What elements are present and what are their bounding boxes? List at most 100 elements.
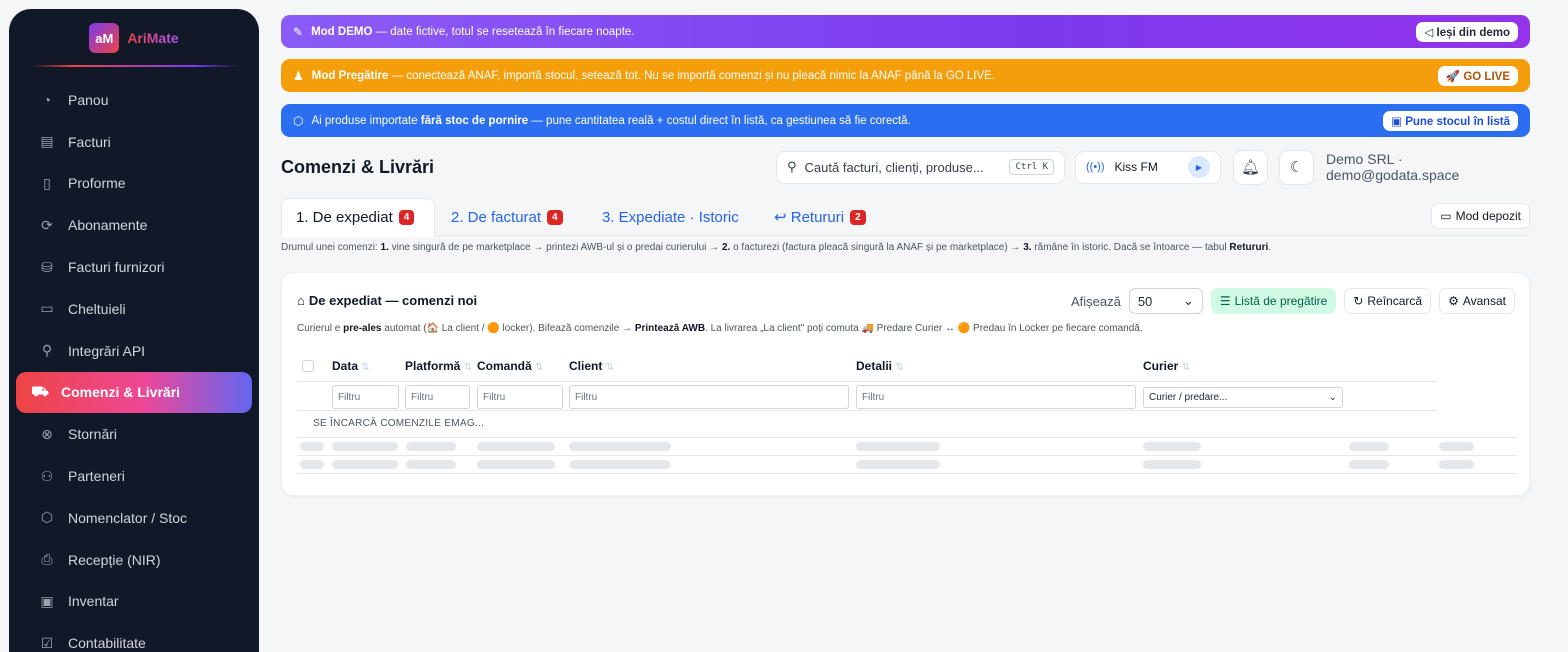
- courier-filter-select[interactable]: Curier / predare... ⌄: [1143, 387, 1343, 408]
- sidebar-item-label: Abonamente: [68, 217, 148, 234]
- sidebar-item-abonamente[interactable]: ⟳ Abonamente: [16, 204, 252, 246]
- stock-banner-text: — pune cantitatea reală + costul direct …: [528, 114, 911, 127]
- warehouse-mode-label: Mod depozit: [1455, 209, 1521, 223]
- demo-banner-text: — date fictive, totul se resetează în fi…: [372, 25, 635, 38]
- sliders-icon: ⚙: [1448, 294, 1459, 308]
- sidebar-item-panou[interactable]: ◔ Panou: [16, 79, 252, 121]
- wallet-icon: ▭: [40, 300, 54, 317]
- sidebar-item-label: Proforme: [68, 175, 126, 192]
- tab-count-badge: 4: [398, 210, 415, 225]
- advanced-button[interactable]: ⚙ Avansat: [1439, 288, 1515, 314]
- play-icon[interactable]: ▶: [1188, 156, 1210, 178]
- sidebar-item-nomenclator-stoc[interactable]: ⬡ Nomenclator / Stoc: [16, 497, 252, 539]
- column-client[interactable]: Client ⇅: [569, 359, 614, 373]
- page-size-label: Afișează: [1070, 293, 1121, 309]
- sidebar-item-facturi[interactable]: ▤ Facturi: [16, 121, 252, 163]
- orders-card: ⌂ De expediat — comenzi noi Afișează 50 …: [281, 272, 1530, 496]
- sidebar-item-label: Contabilitate: [68, 635, 146, 652]
- tab-de-facturat[interactable]: 2. De facturat 4: [451, 198, 563, 236]
- filter-comanda-input[interactable]: Filtru: [477, 385, 563, 409]
- global-search[interactable]: ⚲ Caută facturi, clienți, produse... Ctr…: [776, 150, 1065, 184]
- sidebar-item-label: Integrări API: [68, 342, 146, 359]
- plug-icon: ⚲: [41, 342, 53, 359]
- list-icon: ☰: [1219, 294, 1231, 308]
- tab-retururi[interactable]: ↩ Retururi 2: [774, 198, 866, 236]
- card-controls: Afișează 50 ⌄ ☰ Listă de pregătire ↻ Reî…: [1071, 288, 1515, 314]
- moon-icon[interactable]: ☾: [1279, 149, 1314, 185]
- radio-player[interactable]: ((•)) Kiss FM ▶: [1075, 150, 1221, 184]
- tab-count-badge: 2: [850, 209, 866, 225]
- invoice-icon: ▤: [40, 133, 54, 150]
- sidebar-item-contabilitate[interactable]: ☑ Contabilitate: [16, 622, 252, 652]
- stock-banner: ⬡ Ai produse importate fără stoc de porn…: [281, 104, 1530, 137]
- search-input[interactable]: Caută facturi, clienți, produse...: [805, 160, 984, 175]
- sidebar-item-label: Facturi: [68, 133, 111, 150]
- column-detalii[interactable]: Detalii ⇅: [856, 359, 904, 373]
- cancel-circle-icon: ⊗: [41, 425, 53, 442]
- sidebar-item-cheltuieli[interactable]: ▭ Cheltuieli: [16, 288, 252, 330]
- tabs: 1. De expediat 4 2. De facturat 4 3. Exp…: [281, 198, 1530, 237]
- demo-banner: ✎ Mod DEMO — date fictive, totul se rese…: [281, 15, 1530, 48]
- stock-banner-bold: fără stoc de pornire: [420, 114, 529, 127]
- skeleton-row: [297, 455, 1517, 473]
- wand-icon: ✎: [293, 24, 304, 39]
- filter-data-input[interactable]: Filtru: [332, 385, 399, 409]
- tab-de-expediat[interactable]: 1. De expediat 4: [281, 198, 435, 237]
- tab-label: ↩ Retururi: [774, 209, 845, 226]
- bell-icon[interactable]: 🔔︎: [1233, 149, 1268, 185]
- prep-banner-text: — conectează ANAF, importă stocul, setea…: [388, 69, 996, 82]
- sidebar-item-inventar[interactable]: ▣ Inventar: [16, 581, 252, 623]
- refresh-icon: ↻: [1353, 294, 1364, 308]
- receipt-icon: ⎙: [41, 551, 53, 568]
- sidebar-item-facturi-furnizori[interactable]: ⛁ Facturi furnizori: [16, 246, 252, 288]
- sidebar-item-recepție-nir[interactable]: ⎙ Recepție (NIR): [16, 539, 252, 581]
- filter-client-input[interactable]: Filtru: [569, 385, 849, 409]
- document-icon: ▯: [43, 174, 51, 191]
- sidebar-nav: ◔ Panou ▤ Facturi ▯ Proforme ⟳ Abonamente ⛁ Factu…: [9, 79, 259, 652]
- clipboard-icon: ▣: [40, 592, 54, 609]
- sidebar-item-label: Facturi furnizori: [68, 259, 165, 276]
- put-stock-button[interactable]: ▣ Pune stocul în listă: [1383, 110, 1518, 131]
- sidebar-item-label: Nomenclator / Stoc: [68, 509, 188, 526]
- filter-platforma-input[interactable]: Filtru: [405, 385, 470, 409]
- page-size-select[interactable]: 50 ⌄: [1128, 288, 1203, 314]
- column-platforma[interactable]: Platformă ⇅: [405, 359, 472, 373]
- warehouse-mode-button[interactable]: ▭ Mod depozit: [1431, 203, 1530, 229]
- tab-expediate-istoric[interactable]: 3. Expediate · Istoric: [602, 198, 739, 236]
- sidebar-item-label: Parteneri: [68, 468, 125, 485]
- app-logo: aM: [89, 23, 120, 53]
- demo-banner-title: Mod DEMO: [311, 25, 373, 38]
- sidebar-item-stornări[interactable]: ⊗ Stornări: [16, 413, 252, 455]
- card-title: ⌂ De expediat — comenzi noi: [297, 293, 478, 308]
- prep-banner: ♟ Mod Pregătire — conectează ANAF, impor…: [281, 59, 1530, 92]
- order-flow-hint: Drumul unei comenzi: 1. vine singură de …: [281, 242, 1272, 253]
- sidebar-item-parteneri[interactable]: ⚇ Parteneri: [16, 455, 252, 497]
- account-label[interactable]: Demo SRL · demo@godata.space: [1326, 151, 1530, 183]
- select-all-checkbox[interactable]: [302, 360, 314, 372]
- sidebar-item-proforme[interactable]: ▯ Proforme: [16, 163, 252, 205]
- table-header: Data ⇅ Platformă ⇅ Comandă ⇅ Client ⇅ De…: [297, 357, 1437, 381]
- column-data[interactable]: Data ⇅: [332, 359, 370, 373]
- sidebar-item-label: Stornări: [68, 426, 118, 443]
- column-curier[interactable]: Curier ⇅: [1143, 359, 1190, 373]
- go-live-button[interactable]: 🚀 GO LIVE: [1437, 65, 1518, 86]
- sidebar-item-integrări-api[interactable]: ⚲ Integrări API: [16, 330, 252, 372]
- column-comanda[interactable]: Comandă ⇅: [477, 359, 543, 373]
- table-bottom-border: [297, 473, 1517, 474]
- search-icon: ⚲: [787, 159, 797, 174]
- brand-name: AriMate: [127, 30, 179, 46]
- picking-list-button[interactable]: ☰ Listă de pregătire: [1210, 288, 1337, 314]
- sidebar-item-label: Cheltuieli: [68, 300, 126, 317]
- brand[interactable]: aM AriMate: [9, 9, 259, 65]
- box-icon: ⬡: [40, 509, 54, 526]
- sidebar-item-comenzi-livrări[interactable]: ⛟ Comenzi & Livrări: [16, 371, 252, 414]
- filter-detalii-input[interactable]: Filtru: [856, 385, 1136, 409]
- page-header: Comenzi & Livrări ⚲ Caută facturi, clien…: [281, 149, 1530, 185]
- page-title: Comenzi & Livrări: [281, 156, 435, 177]
- reload-button[interactable]: ↻ Reîncarcă: [1344, 288, 1432, 314]
- users-icon: ⚇: [40, 467, 54, 484]
- exit-demo-button[interactable]: ◁ Ieși din demo: [1416, 21, 1518, 42]
- card-description: Curierul e pre-ales automat (🏠 La client…: [297, 323, 1143, 334]
- tab-label: 3. Expediate · Istoric: [602, 208, 739, 226]
- tab-count-badge: 4: [547, 209, 563, 225]
